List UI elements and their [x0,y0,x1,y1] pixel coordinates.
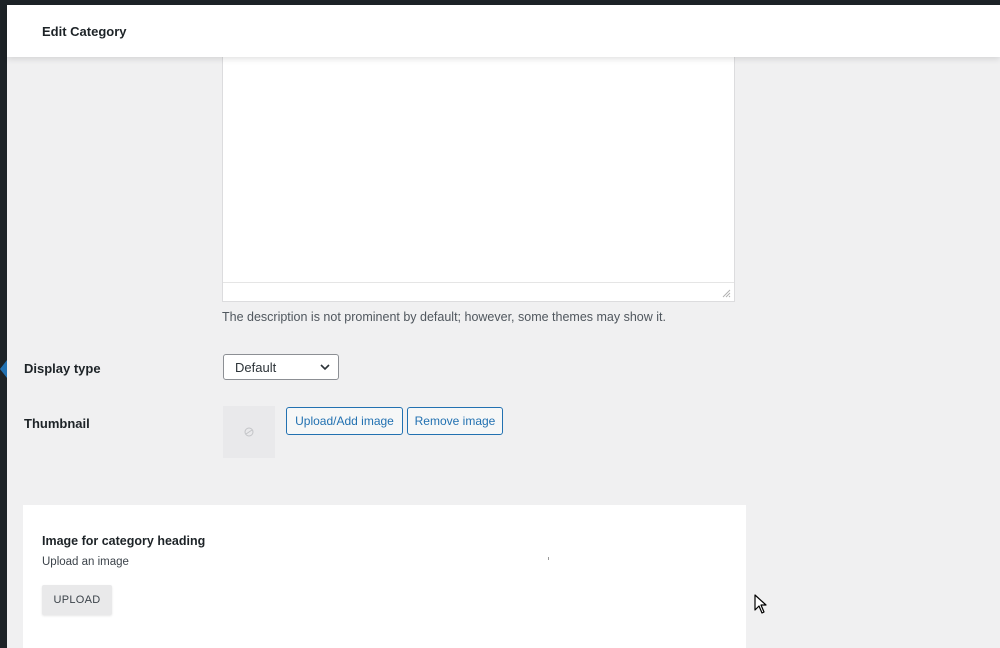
chevron-down-icon [320,364,330,371]
category-heading-panel: Image for category heading Upload an ima… [23,505,746,648]
stray-mark [548,557,549,560]
placeholder-image-icon [244,427,254,437]
category-heading-title: Image for category heading [42,534,206,548]
description-textarea[interactable] [222,57,735,302]
thumbnail-label: Thumbnail [24,416,90,431]
display-type-select[interactable]: Default [223,354,339,380]
thumbnail-preview [223,406,275,458]
display-type-label: Display type [24,361,101,376]
textarea-divider [223,282,734,283]
description-help-text: The description is not prominent by defa… [222,310,666,324]
resize-grip-icon[interactable] [722,289,731,298]
page-header: Edit Category [7,5,1000,57]
page-title: Edit Category [42,23,127,39]
current-menu-arrow-icon [0,360,7,378]
display-type-value: Default [235,359,277,375]
category-heading-subtitle: Upload an image [42,556,129,568]
upload-button[interactable]: UPLOAD [42,585,112,615]
admin-sidebar-edge [0,0,7,648]
mouse-pointer-icon [754,594,767,614]
remove-image-button[interactable]: Remove image [407,407,503,435]
upload-add-image-button[interactable]: Upload/Add image [286,407,403,435]
